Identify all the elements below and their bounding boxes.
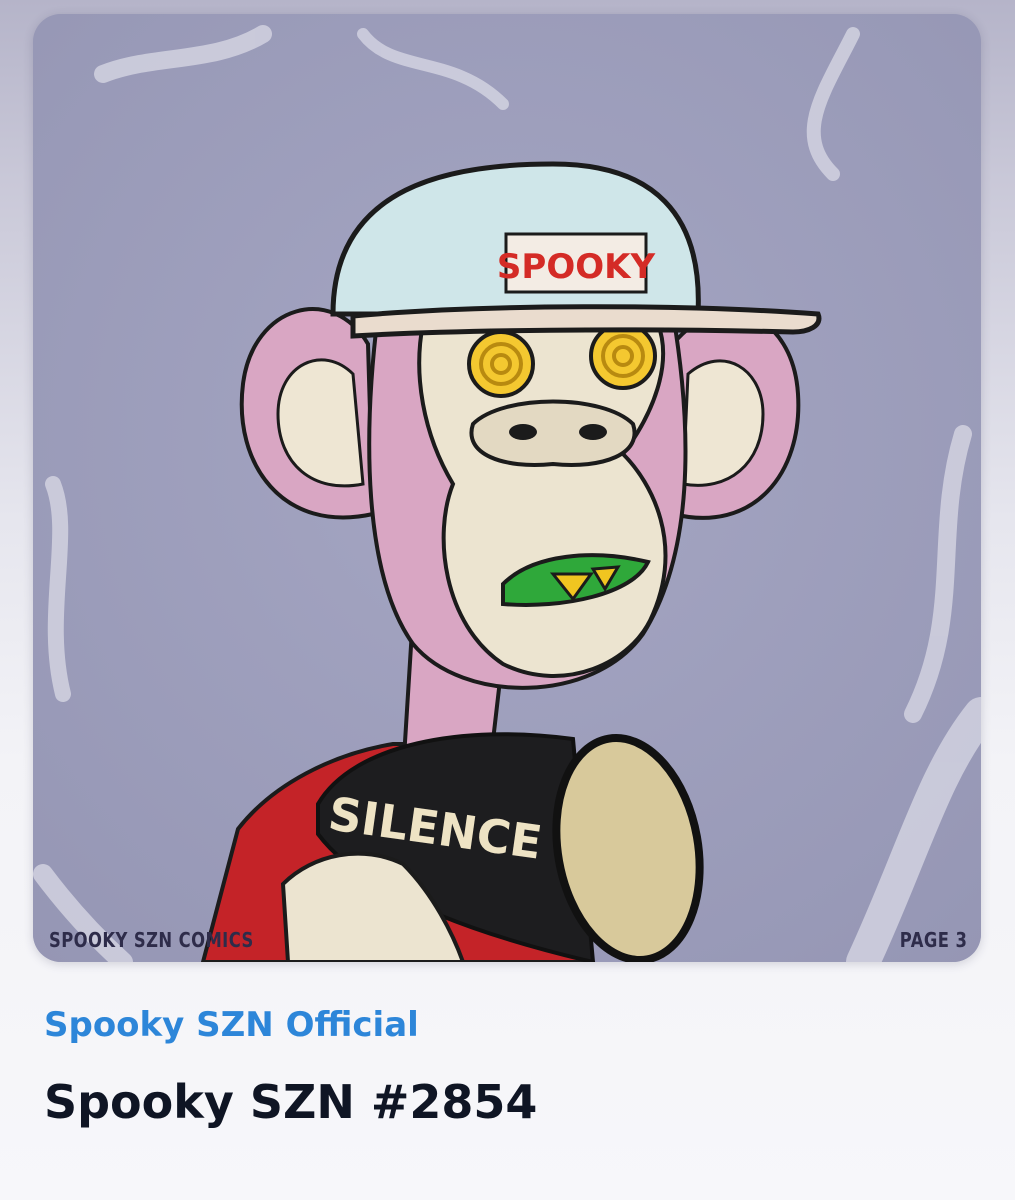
page-label: PAGE 3	[899, 928, 967, 952]
nft-artwork: SPOOKY SILENCE	[33, 14, 981, 962]
collection-link[interactable]: Spooky SZN Official	[44, 1000, 974, 1051]
comic-label: SPOOKY SZN COMICS	[49, 928, 254, 952]
nft-info: Spooky SZN Official Spooky SZN #2854	[44, 1000, 974, 1133]
nose	[469, 399, 637, 467]
cap-text: SPOOKY	[497, 247, 656, 287]
nft-image[interactable]: SPOOKY SILENCE SPOOKY SZN COMICS PAGE 3	[33, 14, 981, 962]
token-title: Spooky SZN #2854	[44, 1075, 538, 1129]
nft-detail-page: SPOOKY SILENCE SPOOKY SZN COMICS PAGE 3 …	[0, 0, 1015, 1200]
